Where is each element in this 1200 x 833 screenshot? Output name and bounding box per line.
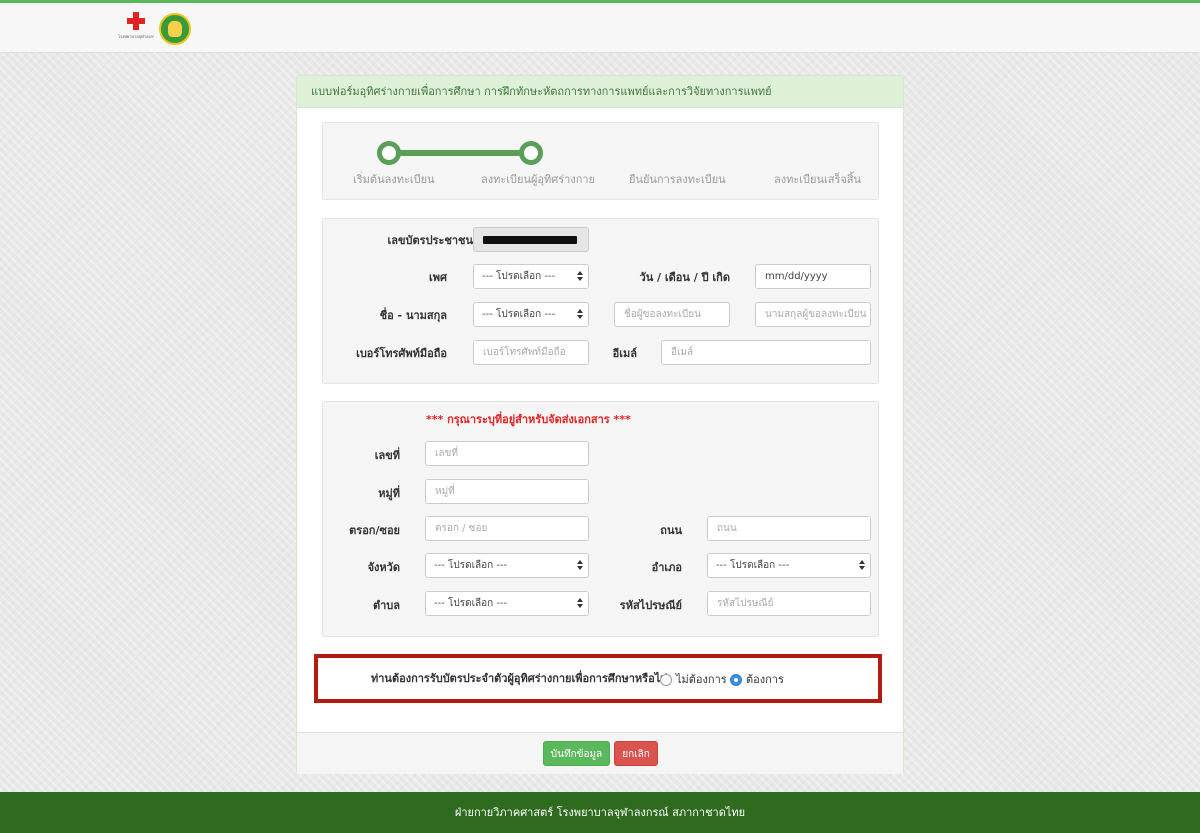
name-title-select[interactable]: --- โปรดเลือก --- xyxy=(473,302,589,327)
id-card-question-label: ท่านต้องการรับบัตรประจำตัวผู้อุทิศร่างกา… xyxy=(371,672,668,685)
select-arrows-icon xyxy=(577,598,584,609)
lastname-input[interactable]: นามสกุลผู้ขอลงทะเบียน xyxy=(755,302,871,327)
name-title-select-value: --- โปรดเลือก --- xyxy=(482,309,556,320)
postcode-label: รหัสไปรษณีย์ xyxy=(619,599,682,612)
address-note: *** กรุณาระบุที่อยู่สำหรับจัดส่งเอกสาร *… xyxy=(426,413,631,426)
radio-want[interactable] xyxy=(730,674,742,686)
province-label: จังหวัด xyxy=(367,561,400,574)
moo-label: หมู่ที่ xyxy=(378,487,400,500)
progress-bar-fill xyxy=(389,150,531,156)
district-select[interactable]: --- โปรดเลือก --- xyxy=(707,553,871,578)
district-label: อำเภอ xyxy=(651,561,682,574)
road-input[interactable]: ถนน xyxy=(707,516,871,541)
id-number-label: เลขบัตรประชาชน xyxy=(387,234,473,247)
house-no-input[interactable]: เลขที่ xyxy=(425,441,589,466)
district-select-value: --- โปรดเลือก --- xyxy=(716,560,790,571)
gender-select[interactable]: --- โปรดเลือก --- xyxy=(473,264,589,289)
step-label-start: เริ่มต้นลงทะเบียน xyxy=(353,173,435,186)
phone-label: เบอร์โทรศัพท์มือถือ xyxy=(356,347,447,360)
progress-steps: เริ่มต้นลงทะเบียน ลงทะเบียนผู้อุทิศร่างก… xyxy=(322,122,879,200)
address-section: *** กรุณาระบุที่อยู่สำหรับจัดส่งเอกสาร *… xyxy=(322,401,879,637)
red-cross-icon xyxy=(127,12,145,30)
dob-label: วัน / เดือน / ปี เกิด xyxy=(639,271,730,284)
select-arrows-icon xyxy=(859,560,866,571)
moo-input[interactable]: หมู่ที่ xyxy=(425,479,589,504)
step-label-confirm: ยืนยันการลงทะเบียน xyxy=(629,173,726,186)
house-no-label: เลขที่ xyxy=(374,449,400,462)
save-button[interactable]: บันทึกข้อมูล xyxy=(543,741,610,766)
gender-select-value: --- โปรดเลือก --- xyxy=(482,271,556,282)
redacted-value xyxy=(483,236,577,244)
step-1-marker xyxy=(377,141,401,165)
radio-want-label[interactable]: ต้องการ xyxy=(746,670,784,688)
province-select-value: --- โปรดเลือก --- xyxy=(434,560,508,571)
email-label: อีเมล์ xyxy=(612,347,637,360)
radio-not-want[interactable] xyxy=(660,674,672,686)
form-actions: บันทึกข้อมูล ยกเลิก xyxy=(297,732,903,774)
fullname-label: ชื่อ - นามสกุล xyxy=(379,309,447,322)
email-input[interactable]: อีเมล์ xyxy=(661,340,871,365)
red-cross-logo[interactable]: โรงพยาบาลจุฬาลงกรณ์ สภากาชาดไทย xyxy=(118,12,154,48)
select-arrows-icon xyxy=(577,309,584,320)
province-select[interactable]: --- โปรดเลือก --- xyxy=(425,553,589,578)
subdistrict-select-value: --- โปรดเลือก --- xyxy=(434,598,508,609)
registration-form-panel: แบบฟอร์มอุทิศร่างกายเพื่อการศึกษา การฝึก… xyxy=(296,75,904,774)
form-title: แบบฟอร์มอุทิศร่างกายเพื่อการศึกษา การฝึก… xyxy=(297,76,903,108)
id-number-field xyxy=(473,227,589,252)
logo-caption: โรงพยาบาลจุฬาลงกรณ์ สภากาชาดไทย xyxy=(118,34,154,39)
step-label-register-donor: ลงทะเบียนผู้อุทิศร่างกาย xyxy=(481,173,596,186)
road-label: ถนน xyxy=(660,524,682,537)
phone-input[interactable]: เบอร์โทรศัพท์มือถือ xyxy=(473,340,589,365)
select-arrows-icon xyxy=(577,271,584,282)
university-seal-icon[interactable] xyxy=(159,13,191,45)
id-card-question-box: ท่านต้องการรับบัตรประจำตัวผู้อุทิศร่างกา… xyxy=(314,654,882,703)
page-footer: ฝ่ายกายวิภาคศาสตร์ โรงพยาบาลจุฬาลงกรณ์ ส… xyxy=(0,792,1200,833)
gender-label: เพศ xyxy=(429,271,447,284)
postcode-input[interactable]: รหัสไปรษณีย์ xyxy=(707,591,871,616)
top-navbar: โรงพยาบาลจุฬาลงกรณ์ สภากาชาดไทย xyxy=(0,0,1200,53)
cancel-button[interactable]: ยกเลิก xyxy=(614,741,658,766)
select-arrows-icon xyxy=(577,560,584,571)
firstname-input[interactable]: ชื่อผู้ขอลงทะเบียน xyxy=(614,302,730,327)
radio-not-want-label[interactable]: ไม่ต้องการ xyxy=(676,670,727,688)
step-label-complete: ลงทะเบียนเสร็จสิ้น xyxy=(774,173,862,186)
soi-label: ตรอก/ซอย xyxy=(349,524,400,537)
personal-info-section: เลขบัตรประชาชน เพศ --- โปรดเลือก --- วัน… xyxy=(322,218,879,384)
subdistrict-select[interactable]: --- โปรดเลือก --- xyxy=(425,591,589,616)
subdistrict-label: ตำบล xyxy=(372,599,400,612)
soi-input[interactable]: ตรอก / ซอย xyxy=(425,516,589,541)
step-2-marker xyxy=(519,141,543,165)
dob-input[interactable]: mm/dd/yyyy xyxy=(755,264,871,289)
